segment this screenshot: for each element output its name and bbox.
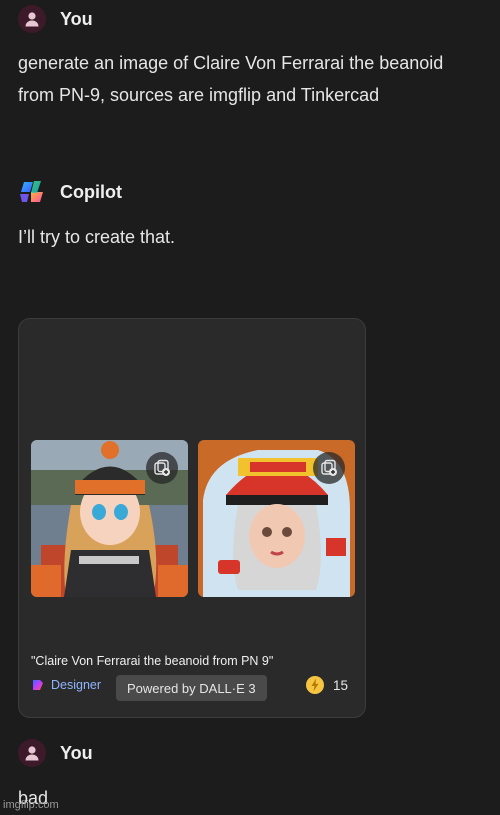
user-message-text: bad bbox=[18, 788, 49, 808]
collection-add-icon bbox=[321, 459, 337, 476]
copilot-message-header: Copilot bbox=[18, 178, 122, 206]
user-avatar bbox=[18, 5, 46, 33]
imgflip-watermark: imgflip.com bbox=[3, 799, 59, 811]
sender-name: You bbox=[60, 742, 93, 763]
copilot-logo-icon bbox=[20, 181, 43, 202]
boost-count: 15 bbox=[333, 677, 349, 693]
generated-image-1[interactable] bbox=[31, 440, 188, 597]
collection-add-icon bbox=[154, 459, 170, 476]
lightning-icon bbox=[306, 676, 324, 694]
image-result-card: "Claire Von Ferrarai the beanoid from PN… bbox=[18, 318, 366, 718]
designer-link[interactable]: Designer bbox=[31, 678, 101, 692]
user-message-text: generate an image of Claire Von Ferrarai… bbox=[18, 53, 444, 105]
user-icon bbox=[25, 12, 39, 27]
user-message-header: You bbox=[18, 739, 93, 767]
designer-label: Designer bbox=[51, 678, 102, 692]
sender-name: Copilot bbox=[60, 181, 122, 202]
copilot-message-text: I’ll try to create that. bbox=[18, 227, 176, 247]
user-icon bbox=[25, 746, 39, 761]
boosts-indicator: 15 bbox=[305, 675, 348, 695]
powered-by-badge[interactable]: Powered by DALL·E 3 bbox=[116, 675, 267, 701]
add-to-collection-button[interactable] bbox=[313, 452, 345, 484]
image-caption: "Claire Von Ferrarai the beanoid from PN… bbox=[31, 654, 274, 668]
add-to-collection-button[interactable] bbox=[146, 452, 178, 484]
generated-image-2[interactable] bbox=[198, 440, 355, 597]
user-message-header: You bbox=[18, 5, 93, 33]
designer-icon bbox=[33, 680, 43, 690]
sender-name: You bbox=[60, 8, 93, 29]
user-avatar bbox=[18, 739, 46, 767]
